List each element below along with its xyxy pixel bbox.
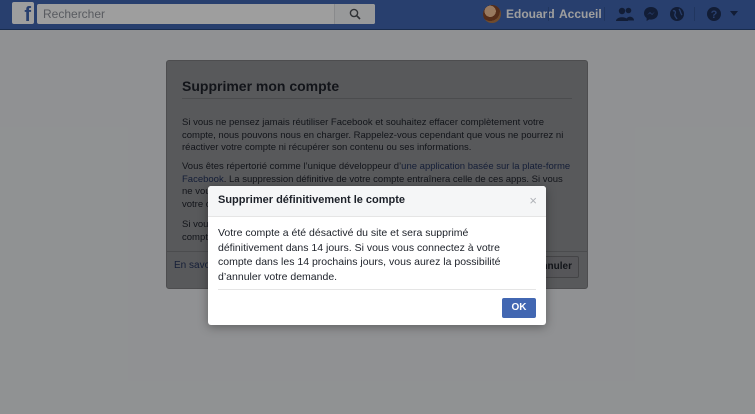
dialog-header: Supprimer définitivement le compte × — [208, 186, 546, 217]
divider — [218, 289, 536, 290]
dialog-title: Supprimer définitivement le compte — [218, 194, 406, 206]
dialog-message: Votre compte a été désactivé du site et … — [218, 227, 501, 283]
close-icon[interactable]: × — [529, 193, 537, 208]
confirmation-dialog: Supprimer définitivement le compte × Vot… — [208, 186, 546, 325]
ok-button[interactable]: OK — [502, 298, 536, 318]
